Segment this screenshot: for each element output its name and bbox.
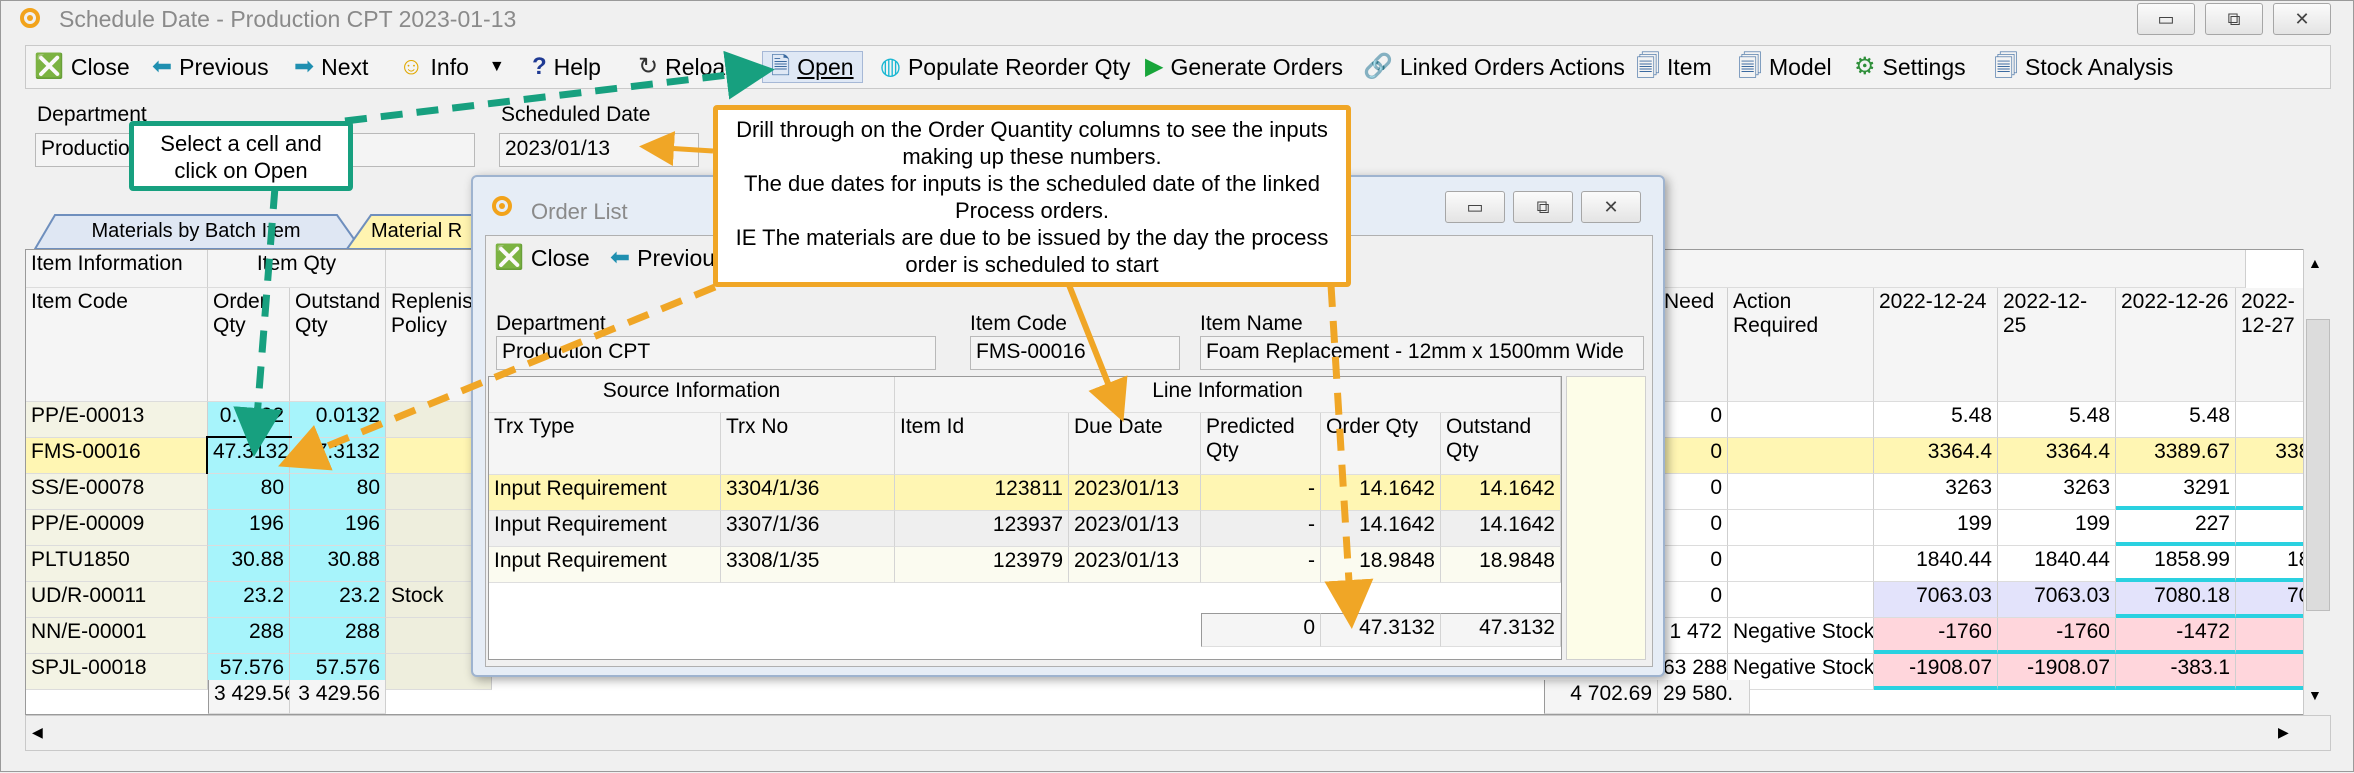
main-window: Schedule Date - Production CPT 2023-01-1…	[0, 0, 2354, 772]
green-callout: Select a cell and click on Open	[129, 121, 353, 191]
orange-callout: Drill through on the Order Quantity colu…	[713, 105, 1351, 287]
